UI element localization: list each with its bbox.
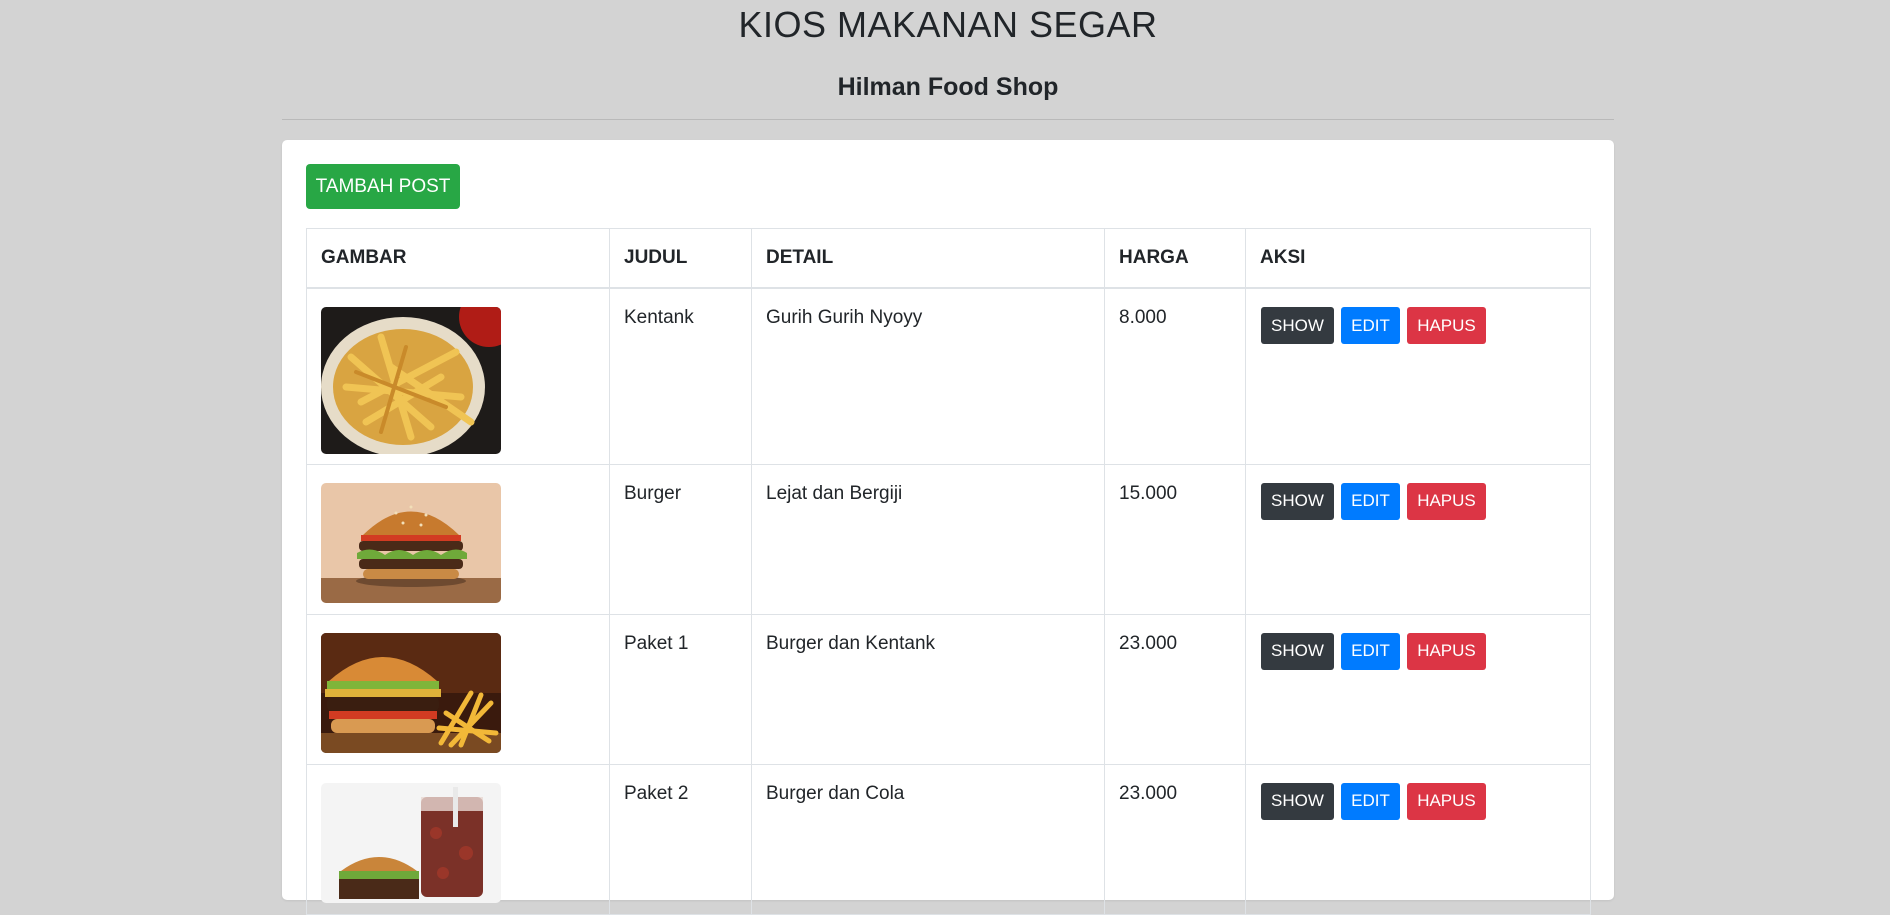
fries-image [321,307,501,454]
edit-button[interactable]: EDIT [1341,632,1400,670]
burger-cola-image [321,782,501,903]
cell-aksi: SHOW EDIT HAPUS [1245,763,1591,915]
delete-button[interactable]: HAPUS [1407,782,1486,820]
column-header-harga: HARGA [1104,228,1246,289]
header-divider [282,119,1614,120]
cell-judul: Paket 1 [609,613,752,765]
cell-harga: 15.000 [1104,463,1246,615]
cell-detail: Gurih Gurih Nyoyy [751,287,1105,465]
show-button[interactable]: SHOW [1261,782,1334,820]
cell-judul: Burger [609,463,752,615]
cell-judul: Kentank [609,287,752,465]
cell-detail: Lejat dan Bergiji [751,463,1105,615]
table-row: Burger Lejat dan Bergiji 15.000 SHOW EDI… [306,463,1591,615]
table-row: Paket 1 Burger dan Kentank 23.000 SHOW E… [306,613,1591,765]
show-button[interactable]: SHOW [1261,632,1334,670]
cell-aksi: SHOW EDIT HAPUS [1245,613,1591,765]
show-button[interactable]: SHOW [1261,482,1334,520]
burger-fries-image [321,632,501,753]
image-cell [306,463,610,615]
cell-judul: Paket 2 [609,763,752,915]
cell-harga: 23.000 [1104,613,1246,765]
image-cell [306,763,610,915]
add-post-button[interactable]: TAMBAH POST [306,164,460,209]
column-header-detail: DETAIL [751,228,1105,289]
cell-harga: 23.000 [1104,763,1246,915]
edit-button[interactable]: EDIT [1341,482,1400,520]
delete-button[interactable]: HAPUS [1407,632,1486,670]
image-cell [306,287,610,465]
page-subtitle: Hilman Food Shop [837,73,1059,101]
image-cell [306,613,610,765]
burger-image [321,482,501,603]
page-title: KIOS MAKANAN SEGAR [738,4,1158,45]
delete-button[interactable]: HAPUS [1407,482,1486,520]
column-header-aksi: AKSI [1245,228,1591,289]
cell-harga: 8.000 [1104,287,1246,465]
posts-table: GAMBAR JUDUL DETAIL HARGA AKSI Kentank G… [306,228,1591,915]
posts-card: TAMBAH POST GAMBAR JUDUL DETAIL HARGA AK… [282,140,1614,915]
edit-button[interactable]: EDIT [1341,782,1400,820]
column-header-gambar: GAMBAR [306,228,610,289]
page-container: KIOS MAKANAN SEGAR Hilman Food Shop TAMB… [282,0,1614,915]
cell-aksi: SHOW EDIT HAPUS [1245,287,1591,465]
cell-detail: Burger dan Kentank [751,613,1105,765]
table-header-row: GAMBAR JUDUL DETAIL HARGA AKSI [306,228,1591,289]
show-button[interactable]: SHOW [1261,307,1334,344]
table-row: Kentank Gurih Gurih Nyoyy 8.000 SHOW EDI… [306,287,1591,465]
cell-aksi: SHOW EDIT HAPUS [1245,463,1591,615]
table-row: Paket 2 Burger dan Cola 23.000 SHOW EDIT… [306,763,1591,915]
cell-detail: Burger dan Cola [751,763,1105,915]
edit-button[interactable]: EDIT [1341,307,1400,344]
column-header-judul: JUDUL [609,228,752,289]
delete-button[interactable]: HAPUS [1407,307,1486,344]
